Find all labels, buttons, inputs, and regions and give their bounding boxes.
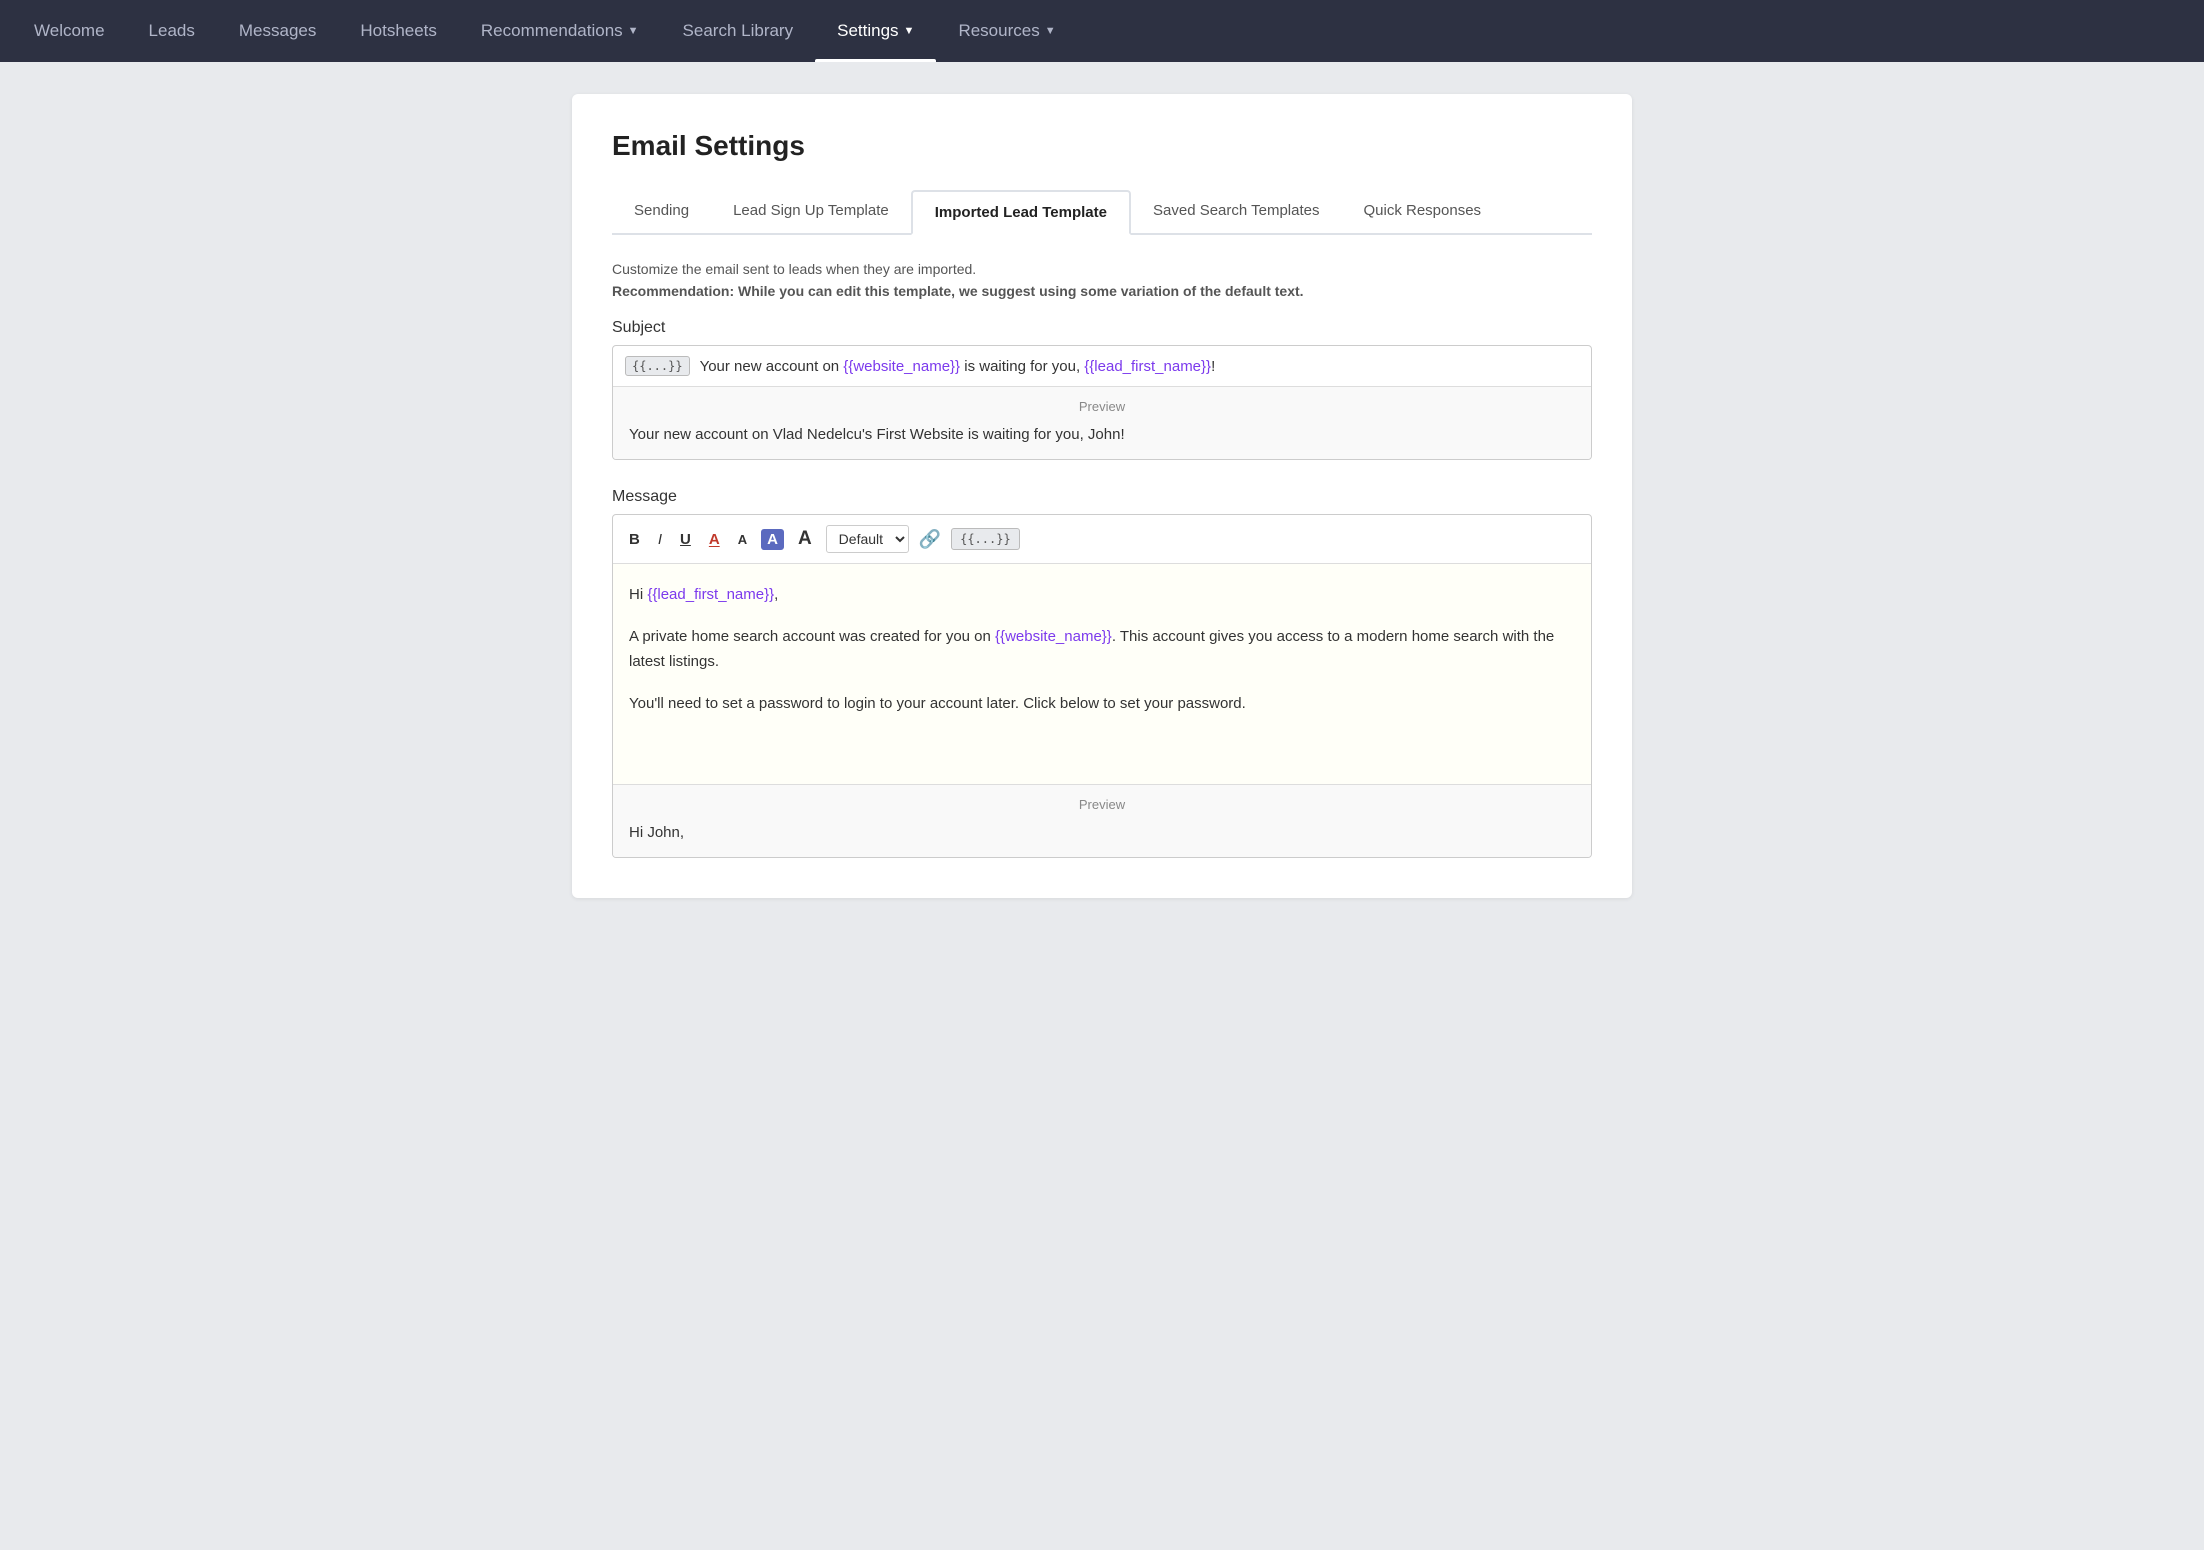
main-nav: Welcome Leads Messages Hotsheets Recomme…: [0, 0, 2204, 62]
message-body[interactable]: Hi {{lead_first_name}}, A private home s…: [613, 564, 1591, 784]
email-settings-page: Email Settings Sending Lead Sign Up Temp…: [572, 94, 1632, 898]
message-box: B I U A A A A Default 🔗 {{...}} Hi {{lea…: [612, 514, 1592, 858]
tab-imported-lead[interactable]: Imported Lead Template: [911, 190, 1131, 235]
template-badge: {{...}}: [625, 356, 690, 376]
nav-hotsheets[interactable]: Hotsheets: [338, 0, 459, 62]
message-var1: {{lead_first_name}}: [647, 586, 774, 603]
subject-input-row[interactable]: {{...}} Your new account on {{website_na…: [613, 346, 1591, 387]
message-var2: {{website_name}}: [995, 628, 1112, 645]
subject-box: {{...}} Your new account on {{website_na…: [612, 345, 1592, 460]
link-icon[interactable]: 🔗: [919, 529, 941, 550]
highlight-a-button[interactable]: A: [761, 529, 784, 550]
message-label: Message: [612, 488, 1592, 506]
tab-lead-signup[interactable]: Lead Sign Up Template: [711, 190, 911, 233]
subject-preview-label: Preview: [629, 399, 1575, 414]
nav-settings[interactable]: Settings ▼: [815, 0, 936, 62]
message-para1: Hi {{lead_first_name}},: [629, 582, 1575, 608]
description-bold: Recommendation: While you can edit this …: [612, 283, 1592, 299]
message-preview-label: Preview: [629, 797, 1575, 812]
subject-label: Subject: [612, 319, 1592, 337]
font-select[interactable]: Default: [826, 525, 909, 553]
nav-messages[interactable]: Messages: [217, 0, 338, 62]
page-title: Email Settings: [612, 130, 1592, 162]
italic-button[interactable]: I: [654, 529, 666, 550]
tab-quick-responses[interactable]: Quick Responses: [1342, 190, 1504, 233]
tab-bar: Sending Lead Sign Up Template Imported L…: [612, 190, 1592, 235]
description-normal: Customize the email sent to leads when t…: [612, 261, 1592, 277]
nav-leads[interactable]: Leads: [127, 0, 217, 62]
chevron-down-icon: ▼: [628, 25, 639, 37]
chevron-down-icon: ▼: [904, 25, 915, 37]
message-toolbar: B I U A A A A Default 🔗 {{...}}: [613, 515, 1591, 564]
nav-welcome[interactable]: Welcome: [12, 0, 127, 62]
bold-button[interactable]: B: [625, 529, 644, 550]
color-a-button[interactable]: A: [705, 529, 724, 550]
subject-text: Your new account on {{website_name}} is …: [700, 358, 1579, 375]
tab-saved-search[interactable]: Saved Search Templates: [1131, 190, 1342, 233]
chevron-down-icon: ▼: [1045, 25, 1056, 37]
message-para2: A private home search account was create…: [629, 624, 1575, 675]
message-preview-section: Preview Hi John,: [613, 784, 1591, 857]
message-preview-text: Hi John,: [629, 820, 1575, 845]
large-a-button[interactable]: A: [794, 526, 816, 552]
subject-preview-section: Preview Your new account on Vlad Nedelcu…: [613, 387, 1591, 459]
nav-search-library[interactable]: Search Library: [661, 0, 816, 62]
subject-var1: {{website_name}}: [843, 358, 960, 375]
subject-var2: {{lead_first_name}}: [1084, 358, 1211, 375]
nav-resources[interactable]: Resources ▼: [936, 0, 1077, 62]
nav-recommendations[interactable]: Recommendations ▼: [459, 0, 661, 62]
small-a-button[interactable]: A: [734, 530, 751, 549]
message-para3: You'll need to set a password to login t…: [629, 691, 1575, 717]
underline-button[interactable]: U: [676, 529, 695, 550]
template-btn[interactable]: {{...}}: [951, 528, 1020, 550]
tab-sending[interactable]: Sending: [612, 190, 711, 233]
subject-preview-text: Your new account on Vlad Nedelcu's First…: [629, 422, 1575, 447]
